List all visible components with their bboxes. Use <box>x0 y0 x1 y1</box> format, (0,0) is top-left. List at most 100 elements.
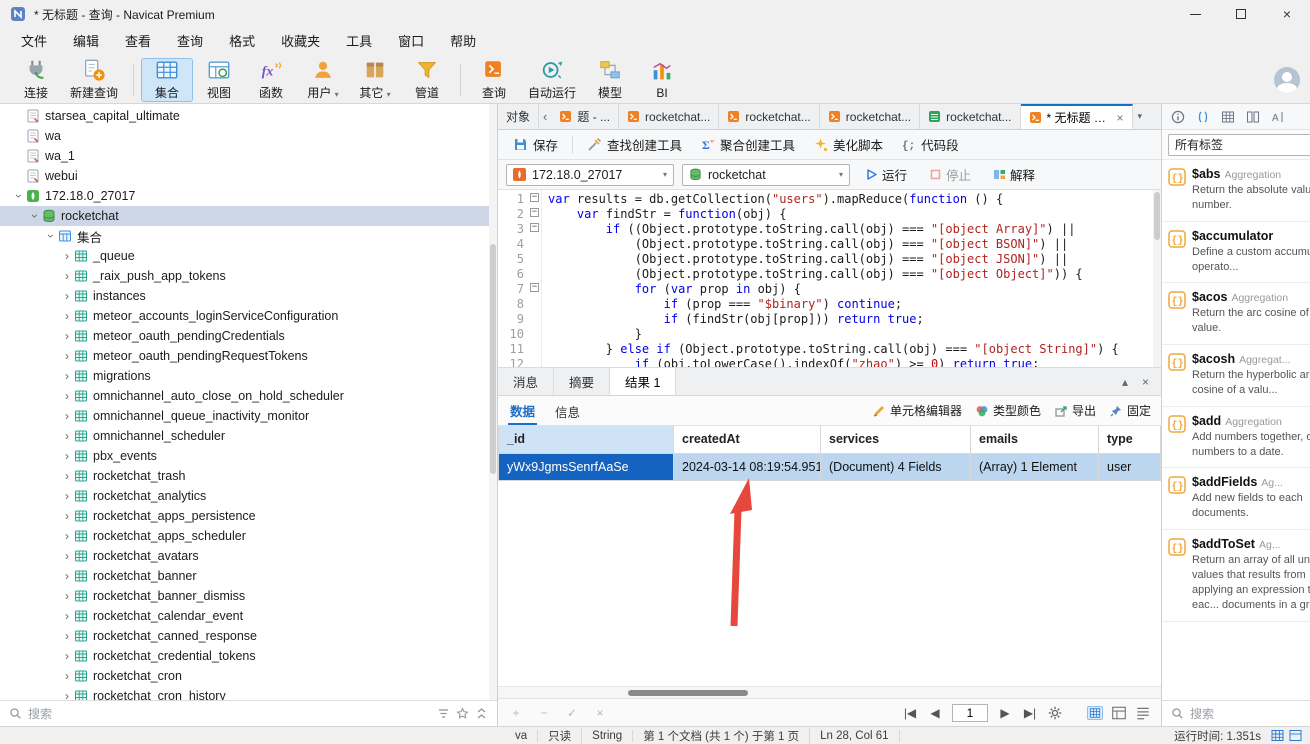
tree-item[interactable]: › rocketchat_canned_response <box>0 626 497 646</box>
fold-toggle-icon[interactable]: − <box>528 280 541 295</box>
tree-item[interactable]: › meteor_accounts_loginServiceConfigurati… <box>0 306 497 326</box>
pin-button[interactable]: 固定 <box>1109 402 1151 419</box>
tree-item[interactable]: › rocketchat_trash <box>0 466 497 486</box>
cell-editor-button[interactable]: 单元格编辑器 <box>872 402 962 419</box>
gear-icon[interactable] <box>1047 706 1063 720</box>
document-tab[interactable]: rocketchat... <box>619 104 720 129</box>
function-list-item[interactable]: {} $accumulator Define a custom accumulat… <box>1162 222 1310 284</box>
menu-item[interactable]: 文件 <box>8 28 60 56</box>
function-list-item[interactable]: {} $addFields Ag... Add new fields to each… <box>1162 468 1310 531</box>
column-header[interactable]: createdAt <box>673 426 821 454</box>
grid-hscrollbar[interactable] <box>498 686 1161 698</box>
table-row[interactable]: yWx9JgmsSenrfAaSe 2024-03-14 08:19:54.951… <box>498 452 1161 481</box>
query-editor[interactable]: 1 2 3 4 5 6 7 8 9 10 11 12 − − − − var results = db.ge… <box>498 190 1161 368</box>
form-view-icon[interactable] <box>1111 706 1127 720</box>
tab-result-1[interactable]: 结果 1 <box>610 368 677 395</box>
tree-item[interactable]: › 172.18.0_27017 <box>0 186 497 206</box>
tree-item[interactable]: › _queue <box>0 246 497 266</box>
toolbar-user-button[interactable]: 用户 ▾ <box>297 58 349 102</box>
aggregate-builder-button[interactable]: Σ 聚合创建工具 <box>692 132 803 157</box>
collapse-panel-icon[interactable]: ▴ <box>1122 375 1128 389</box>
run-button[interactable]: 运行 <box>858 163 914 186</box>
tree-item[interactable]: › meteor_oauth_pendingRequestTokens <box>0 346 497 366</box>
toolbar-connection-button[interactable]: 连接 <box>10 58 62 102</box>
favorites-icon[interactable] <box>456 707 469 720</box>
stop-button[interactable]: 停止 <box>922 163 978 186</box>
chevron-right-icon[interactable]: › <box>60 470 74 482</box>
minimize-button[interactable] <box>1172 0 1218 28</box>
document-tab[interactable]: rocketchat... <box>719 104 820 129</box>
document-tab[interactable]: * 无标题 - ... × <box>1020 104 1133 129</box>
toolbar-query-button[interactable]: 查询 <box>468 58 520 102</box>
chevron-right-icon[interactable]: › <box>60 430 74 442</box>
fold-toggle-icon[interactable]: − <box>528 205 541 220</box>
menu-item[interactable]: 查询 <box>164 28 216 56</box>
menu-item[interactable]: 查看 <box>112 28 164 56</box>
tab-data[interactable]: 数据 <box>508 396 538 425</box>
menu-item[interactable]: 工具 <box>333 28 385 56</box>
menu-item[interactable]: 格式 <box>216 28 268 56</box>
beautify-button[interactable]: 美化脚本 <box>805 132 891 157</box>
chevron-right-icon[interactable]: › <box>60 570 74 582</box>
tag-filter-select[interactable]: 所有标签 ▾ <box>1168 133 1310 156</box>
chevron-right-icon[interactable]: › <box>60 350 74 362</box>
table-cell[interactable]: yWx9JgmsSenrfAaSe <box>498 452 674 481</box>
apply-changes-icon[interactable]: ✓ <box>564 706 580 720</box>
chevron-down-icon[interactable]: › <box>12 189 26 203</box>
tree-scrollbar[interactable] <box>489 104 497 700</box>
chevron-right-icon[interactable]: › <box>60 490 74 502</box>
page-number-input[interactable] <box>952 703 988 722</box>
filter-icon[interactable] <box>437 707 450 720</box>
tree-item[interactable]: wa_1 <box>0 146 497 166</box>
chevron-right-icon[interactable]: › <box>60 310 74 322</box>
document-tab[interactable]: 题 - ... <box>551 104 620 129</box>
chevron-right-icon[interactable]: › <box>60 370 74 382</box>
toolbar-view-button[interactable]: 视图 <box>193 58 245 102</box>
collapse-all-icon[interactable] <box>475 707 488 720</box>
chevron-right-icon[interactable]: › <box>60 270 74 282</box>
tree-item[interactable]: › rocketchat <box>0 206 497 226</box>
tree-item[interactable]: › 集合 <box>0 226 497 246</box>
chevron-right-icon[interactable]: › <box>60 630 74 642</box>
table-cell[interactable]: (Document) 4 Fields <box>820 452 971 481</box>
document-tab[interactable]: 对象 <box>498 104 540 129</box>
chevron-right-icon[interactable]: › <box>60 670 74 682</box>
close-panel-icon[interactable]: × <box>1142 375 1149 389</box>
tree-item[interactable]: › rocketchat_apps_persistence <box>0 506 497 526</box>
tree-item[interactable]: › rocketchat_cron <box>0 666 497 686</box>
toolbar-other-button[interactable]: 其它 ▾ <box>349 58 401 102</box>
editor-code[interactable]: var results = db.getCollection("users").… <box>542 190 1161 367</box>
grid-view-icon[interactable] <box>1087 705 1103 720</box>
tree-item[interactable]: › rocketchat_banner <box>0 566 497 586</box>
chevron-right-icon[interactable]: › <box>60 390 74 402</box>
tree-item[interactable]: wa <box>0 126 497 146</box>
function-list-item[interactable]: {} $acosh Aggregat... Return the hyperboli… <box>1162 345 1310 407</box>
tree-item[interactable]: › rocketchat_banner_dismiss <box>0 586 497 606</box>
toolbar-new-query-button[interactable]: 新建查询 <box>62 58 126 102</box>
fold-toggle-icon[interactable]: − <box>528 190 541 205</box>
chevron-right-icon[interactable]: › <box>60 650 74 662</box>
document-tab[interactable]: rocketchat... <box>920 104 1021 129</box>
table-cell[interactable]: 2024-03-14 08:19:54.951 <box>673 452 821 481</box>
chevron-right-icon[interactable]: › <box>60 610 74 622</box>
code-snippet-button[interactable]: {;} 代码段 <box>893 132 967 157</box>
column-header[interactable]: services <box>820 426 971 454</box>
tree-item[interactable]: webui <box>0 166 497 186</box>
chevron-down-icon[interactable]: › <box>28 209 42 223</box>
chevron-right-icon[interactable]: › <box>60 510 74 522</box>
tree-item[interactable]: › migrations <box>0 366 497 386</box>
database-select[interactable]: rocketchat ▾ <box>682 163 850 186</box>
explain-button[interactable]: 解释 <box>986 163 1042 186</box>
toolbar-pipeline-button[interactable]: 管道 <box>401 58 453 102</box>
tab-info[interactable]: 信息 <box>553 397 582 424</box>
save-button[interactable]: 保存 <box>505 132 566 157</box>
find-builder-button[interactable]: 查找创建工具 <box>579 132 690 157</box>
fold-toggle-icon[interactable]: − <box>528 220 541 235</box>
editor-scrollbar[interactable] <box>1153 190 1161 367</box>
info-icon[interactable] <box>1171 110 1185 124</box>
tree-item[interactable]: › omnichannel_queue_inactivity_monitor <box>0 406 497 426</box>
last-page-icon[interactable]: ▶| <box>1022 706 1038 720</box>
tree-item[interactable]: › rocketchat_apps_scheduler <box>0 526 497 546</box>
column-header[interactable]: type <box>1098 426 1161 454</box>
tree-item[interactable]: › pbx_events <box>0 446 497 466</box>
